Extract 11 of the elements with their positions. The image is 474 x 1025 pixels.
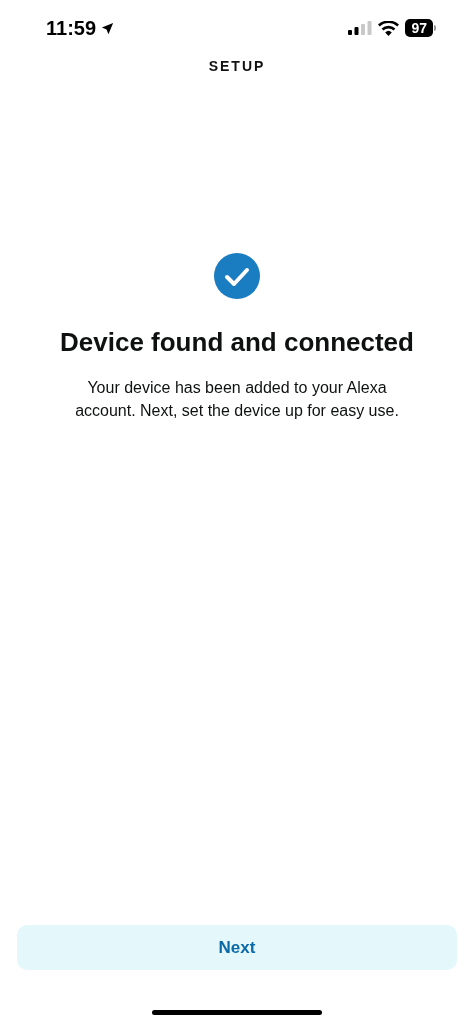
screen-title: SETUP — [208, 57, 266, 76]
wifi-icon — [378, 20, 400, 36]
description: Your device has been added to your Alexa account. Next, set the device up for easy use. — [74, 378, 400, 421]
status-time: 11:59 — [46, 16, 97, 41]
signal-icon — [348, 21, 373, 35]
next-button[interactable]: Next — [17, 925, 457, 970]
home-indicator[interactable] — [152, 1010, 322, 1015]
checkmark-icon — [214, 253, 260, 299]
battery-indicator: 97 — [405, 19, 433, 37]
location-arrow-icon — [100, 20, 116, 36]
title: Device found and connected — [60, 326, 414, 359]
